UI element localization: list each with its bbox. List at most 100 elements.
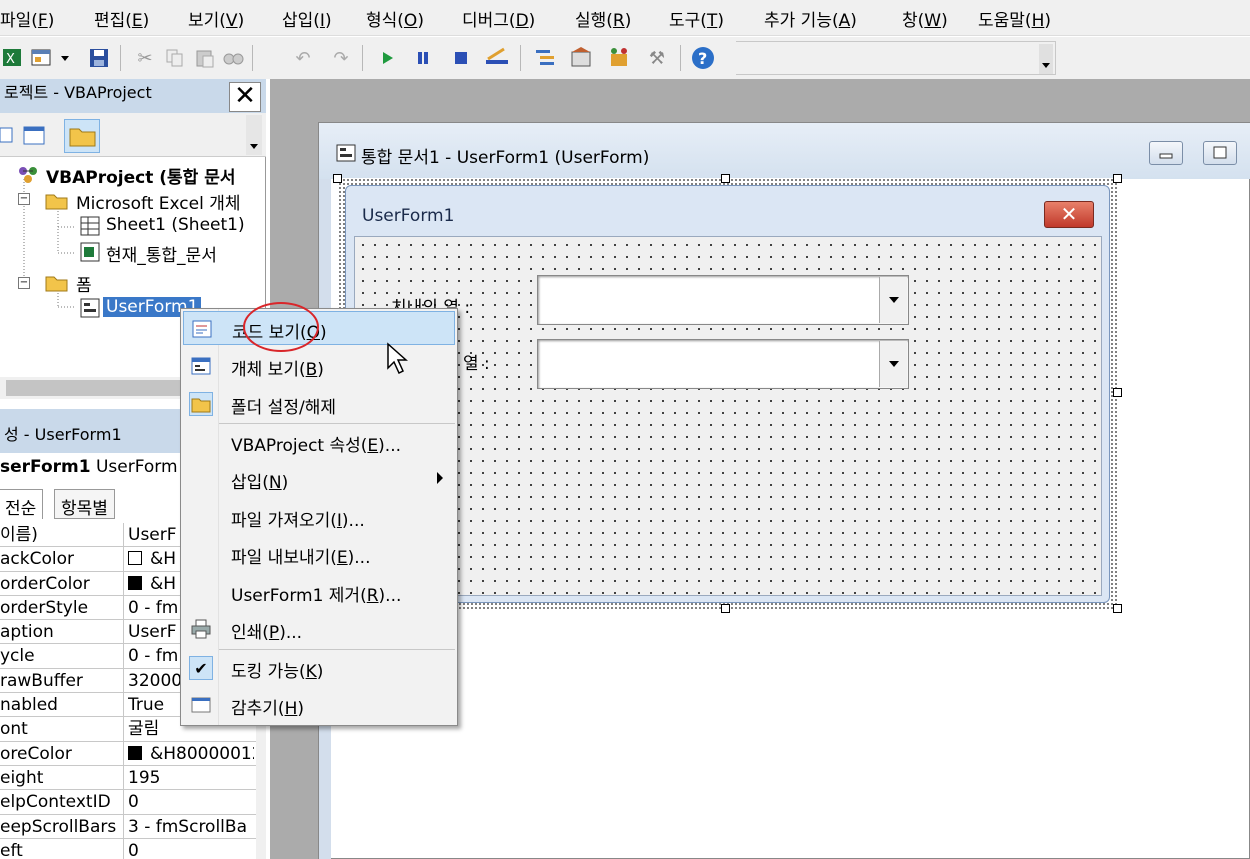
project-explorer-title: 로젝트 - VBAProject <box>4 83 152 102</box>
property-row[interactable]: elpContextID 0 <box>0 790 256 815</box>
menu-format[interactable]: 형식(O) <box>366 6 424 31</box>
toolbar-separator <box>680 45 681 71</box>
view-code-small-icon[interactable] <box>0 125 14 145</box>
design-mode-icon[interactable] <box>484 45 510 71</box>
project-explorer-icon[interactable] <box>532 45 558 71</box>
menu-item-insert[interactable]: 삽입(N) <box>183 462 455 496</box>
tab-alphabetic[interactable]: 전순 <box>0 489 44 519</box>
menu-item-toggle-folders[interactable]: 폴더 설정/해제 <box>183 387 455 421</box>
toolbar-overflow-icon[interactable] <box>1039 44 1053 74</box>
property-row[interactable]: eepScrollBars 3 - fmScrollBa <box>0 814 256 839</box>
menu-item-dockable[interactable]: ✔ 도킹 가능(K) <box>183 651 455 685</box>
copy-icon[interactable] <box>162 45 188 71</box>
minimize-button[interactable] <box>1149 141 1183 165</box>
menu-item-import-file[interactable]: 파일 가져오기(I)... <box>183 500 455 534</box>
userform-close-button[interactable]: ✕ <box>1044 201 1094 228</box>
undo-icon[interactable]: ↶ <box>290 45 316 71</box>
redo-icon[interactable]: ↷ <box>328 45 354 71</box>
workbook-icon <box>78 241 102 263</box>
reset-icon[interactable] <box>448 45 474 71</box>
menu-item-print[interactable]: 인쇄(P)... <box>183 612 455 646</box>
resize-handle[interactable] <box>1113 604 1122 613</box>
combobox-2[interactable] <box>537 339 909 389</box>
toggle-folders-icon[interactable] <box>64 119 100 153</box>
svg-text:?: ? <box>698 49 707 68</box>
color-swatch <box>128 745 142 760</box>
menu-insert[interactable]: 삽입(I) <box>282 6 332 31</box>
find-icon[interactable] <box>220 45 246 71</box>
collapse-icon[interactable]: − <box>18 277 30 289</box>
property-row[interactable]: oreColor &H80000012 <box>0 741 256 766</box>
menu-item-export-file[interactable]: 파일 내보내기(E)... <box>183 537 455 571</box>
toolbox-icon[interactable]: ⚒ <box>644 45 670 71</box>
combobox-dropdown-button[interactable] <box>879 341 907 387</box>
menu-tools[interactable]: 도구(T) <box>669 6 724 31</box>
view-object-small-icon[interactable] <box>22 125 46 147</box>
help-icon[interactable]: ? <box>690 45 716 71</box>
tree-item-workbook[interactable]: 현재_통합_문서 <box>106 241 217 266</box>
userform-design-grid[interactable]: 치내의 열 : 열 : <box>354 236 1102 596</box>
menu-item-view-object[interactable]: 개체 보기(B) <box>183 349 455 383</box>
excel-view-icon[interactable]: X <box>0 45 26 71</box>
tree-item-sheet1[interactable]: Sheet1 (Sheet1) <box>106 215 245 235</box>
standard-toolbar: X ✂ ↶ ↷ ⚒ ? <box>0 37 1250 79</box>
view-code-icon <box>190 317 214 341</box>
object-browser-icon[interactable] <box>606 45 632 71</box>
color-swatch <box>128 575 142 590</box>
properties-window-icon[interactable] <box>568 45 594 71</box>
userform1-window: UserForm1 ✕ 치내의 열 : 열 : <box>345 185 1110 603</box>
combobox-1[interactable] <box>537 275 909 325</box>
resize-handle[interactable] <box>1113 174 1122 183</box>
resize-handle[interactable] <box>333 174 342 183</box>
menu-separator <box>219 649 455 650</box>
cut-icon[interactable]: ✂ <box>132 45 158 71</box>
toolbar-separator <box>362 45 363 71</box>
menu-item-remove-userform[interactable]: UserForm1 제거(R)... <box>183 575 455 609</box>
checkmark-icon: ✔ <box>189 656 213 680</box>
designer-title: 통합 문서1 - UserForm1 (UserForm) <box>361 148 650 168</box>
menu-item-view-code[interactable]: 코드 보기(O) <box>183 311 455 345</box>
folder-icon <box>189 392 213 416</box>
menu-addins[interactable]: 추가 기능(A) <box>764 6 857 31</box>
resize-handle[interactable] <box>721 604 730 613</box>
project-toolbar-overflow-icon[interactable] <box>246 115 262 155</box>
menu-separator <box>219 423 455 424</box>
run-icon[interactable] <box>374 45 400 71</box>
pause-icon[interactable] <box>410 45 436 71</box>
property-row[interactable]: eight 195 <box>0 765 256 791</box>
menu-file[interactable]: 파일(F) <box>0 6 54 31</box>
collapse-icon[interactable]: − <box>18 193 30 205</box>
combobox-dropdown-button[interactable] <box>879 277 907 323</box>
menu-run[interactable]: 실행(R) <box>575 6 631 31</box>
insert-userform-icon[interactable] <box>28 45 54 71</box>
properties-title: 성 - UserForm1 <box>4 425 122 444</box>
userform-caption: UserForm1 <box>362 206 455 226</box>
menu-window[interactable]: 창(W) <box>902 6 948 31</box>
menu-help[interactable]: 도움말(H) <box>978 6 1051 31</box>
tree-item-forms[interactable]: 폼 <box>76 271 92 296</box>
property-row[interactable]: eft 0 <box>0 838 256 859</box>
userform-icon <box>78 297 102 319</box>
resize-handle[interactable] <box>721 174 730 183</box>
tree-item-excel-objects[interactable]: Microsoft Excel 개체 <box>76 189 240 214</box>
tab-categorized[interactable]: 항목별 <box>54 489 115 519</box>
project-toolbar <box>0 113 266 157</box>
resize-handle[interactable] <box>1113 388 1122 397</box>
restore-button[interactable] <box>1203 141 1237 165</box>
tree-item-vbaproject[interactable]: VBAProject (통합 문서 <box>46 163 236 188</box>
menu-edit[interactable]: 편집(E) <box>94 6 149 31</box>
menu-debug[interactable]: 디버그(D) <box>462 6 535 31</box>
save-icon[interactable] <box>86 45 112 71</box>
dropdown-arrow-icon[interactable] <box>56 45 74 71</box>
mouse-cursor-icon <box>387 342 408 375</box>
menu-view[interactable]: 보기(V) <box>188 6 244 31</box>
chevron-down-icon <box>888 361 899 367</box>
folder-open-icon <box>44 189 70 211</box>
hide-window-icon <box>189 693 213 717</box>
paste-icon[interactable] <box>192 45 218 71</box>
project-close-button[interactable]: ✕ <box>229 82 261 112</box>
menu-item-project-properties[interactable]: VBAProject 속성(E)... <box>183 425 455 459</box>
svg-text:X: X <box>6 52 15 67</box>
label-column2[interactable]: 열 : <box>463 349 490 374</box>
menu-item-hide[interactable]: 감추기(H) <box>183 688 455 722</box>
